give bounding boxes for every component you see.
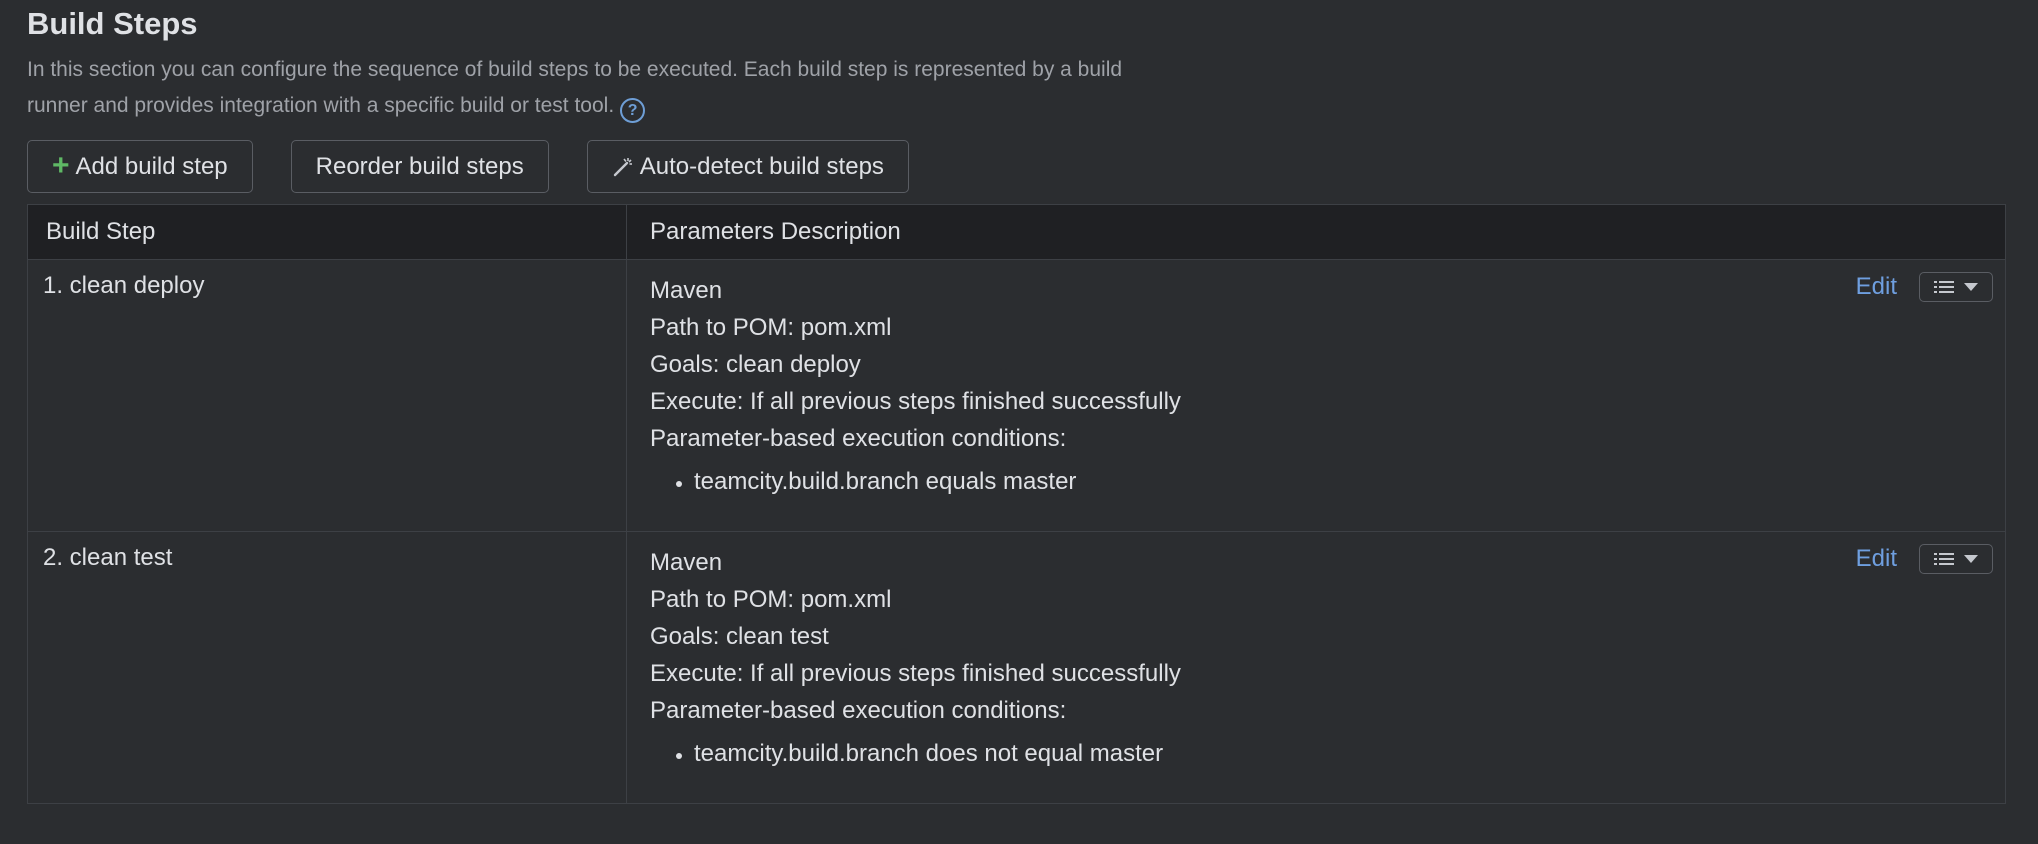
plus-icon: +: [52, 148, 70, 182]
section-description: In this section you can configure the se…: [27, 52, 1167, 124]
build-steps-toolbar: + Add build step Reorder build steps Aut…: [27, 140, 2038, 193]
path-to-pom: Path to POM: pom.xml: [650, 314, 892, 341]
table-header-row: Build Step Parameters Description: [27, 204, 2006, 260]
execute-condition: Execute: If all previous steps finished …: [650, 388, 1181, 415]
table-row: 1. clean deploy Maven Path to POM: pom.x…: [27, 259, 2006, 532]
magic-wand-icon: [612, 156, 634, 178]
caret-down-icon: [1964, 555, 1978, 563]
conditions-label: Parameter-based execution conditions:: [650, 425, 1067, 452]
add-build-step-button[interactable]: + Add build step: [27, 140, 253, 193]
row-actions: Edit: [1856, 272, 1993, 302]
section-title: Build Steps: [27, 6, 198, 41]
question-circle-icon[interactable]: ?: [620, 98, 646, 123]
list-icon: [1934, 281, 1954, 293]
row-actions: Edit: [1856, 544, 1993, 574]
parameters-description: Maven Path to POM: pom.xml Goals: clean …: [626, 531, 2006, 804]
description-text: In this section you can configure the se…: [27, 58, 1123, 117]
column-header-build-step: Build Step: [27, 204, 627, 260]
row-menu-button[interactable]: [1919, 544, 1993, 574]
caret-down-icon: [1964, 283, 1978, 291]
reorder-build-steps-button[interactable]: Reorder build steps: [290, 140, 549, 193]
auto-detect-build-steps-button[interactable]: Auto-detect build steps: [586, 140, 909, 193]
build-steps-table: Build Step Parameters Description 1. cle…: [27, 204, 2006, 804]
conditions-list: teamcity.build.branch equals master: [650, 463, 1982, 500]
goals: Goals: clean test: [650, 623, 829, 650]
condition-item: teamcity.build.branch does not equal mas…: [694, 735, 1982, 772]
build-step-name: 1. clean deploy: [27, 259, 627, 532]
conditions-list: teamcity.build.branch does not equal mas…: [650, 735, 1982, 772]
edit-link[interactable]: Edit: [1856, 545, 1897, 573]
build-steps-page: Build Steps In this section you can conf…: [0, 0, 2038, 844]
runner-type: Maven: [650, 549, 723, 576]
table-row: 2. clean test Maven Path to POM: pom.xml…: [27, 531, 2006, 804]
list-icon: [1934, 553, 1954, 565]
goals: Goals: clean deploy: [650, 351, 861, 378]
edit-link[interactable]: Edit: [1856, 273, 1897, 301]
reorder-build-steps-label: Reorder build steps: [315, 152, 524, 180]
build-step-name: 2. clean test: [27, 531, 627, 804]
add-build-step-label: Add build step: [75, 152, 228, 180]
parameters-description: Maven Path to POM: pom.xml Goals: clean …: [626, 259, 2006, 532]
condition-item: teamcity.build.branch equals master: [694, 463, 1982, 500]
runner-type: Maven: [650, 277, 723, 304]
execute-condition: Execute: If all previous steps finished …: [650, 660, 1181, 687]
path-to-pom: Path to POM: pom.xml: [650, 586, 892, 613]
conditions-label: Parameter-based execution conditions:: [650, 697, 1067, 724]
auto-detect-build-steps-label: Auto-detect build steps: [639, 152, 884, 180]
column-header-parameters-description: Parameters Description: [626, 204, 2006, 260]
row-menu-button[interactable]: [1919, 272, 1993, 302]
